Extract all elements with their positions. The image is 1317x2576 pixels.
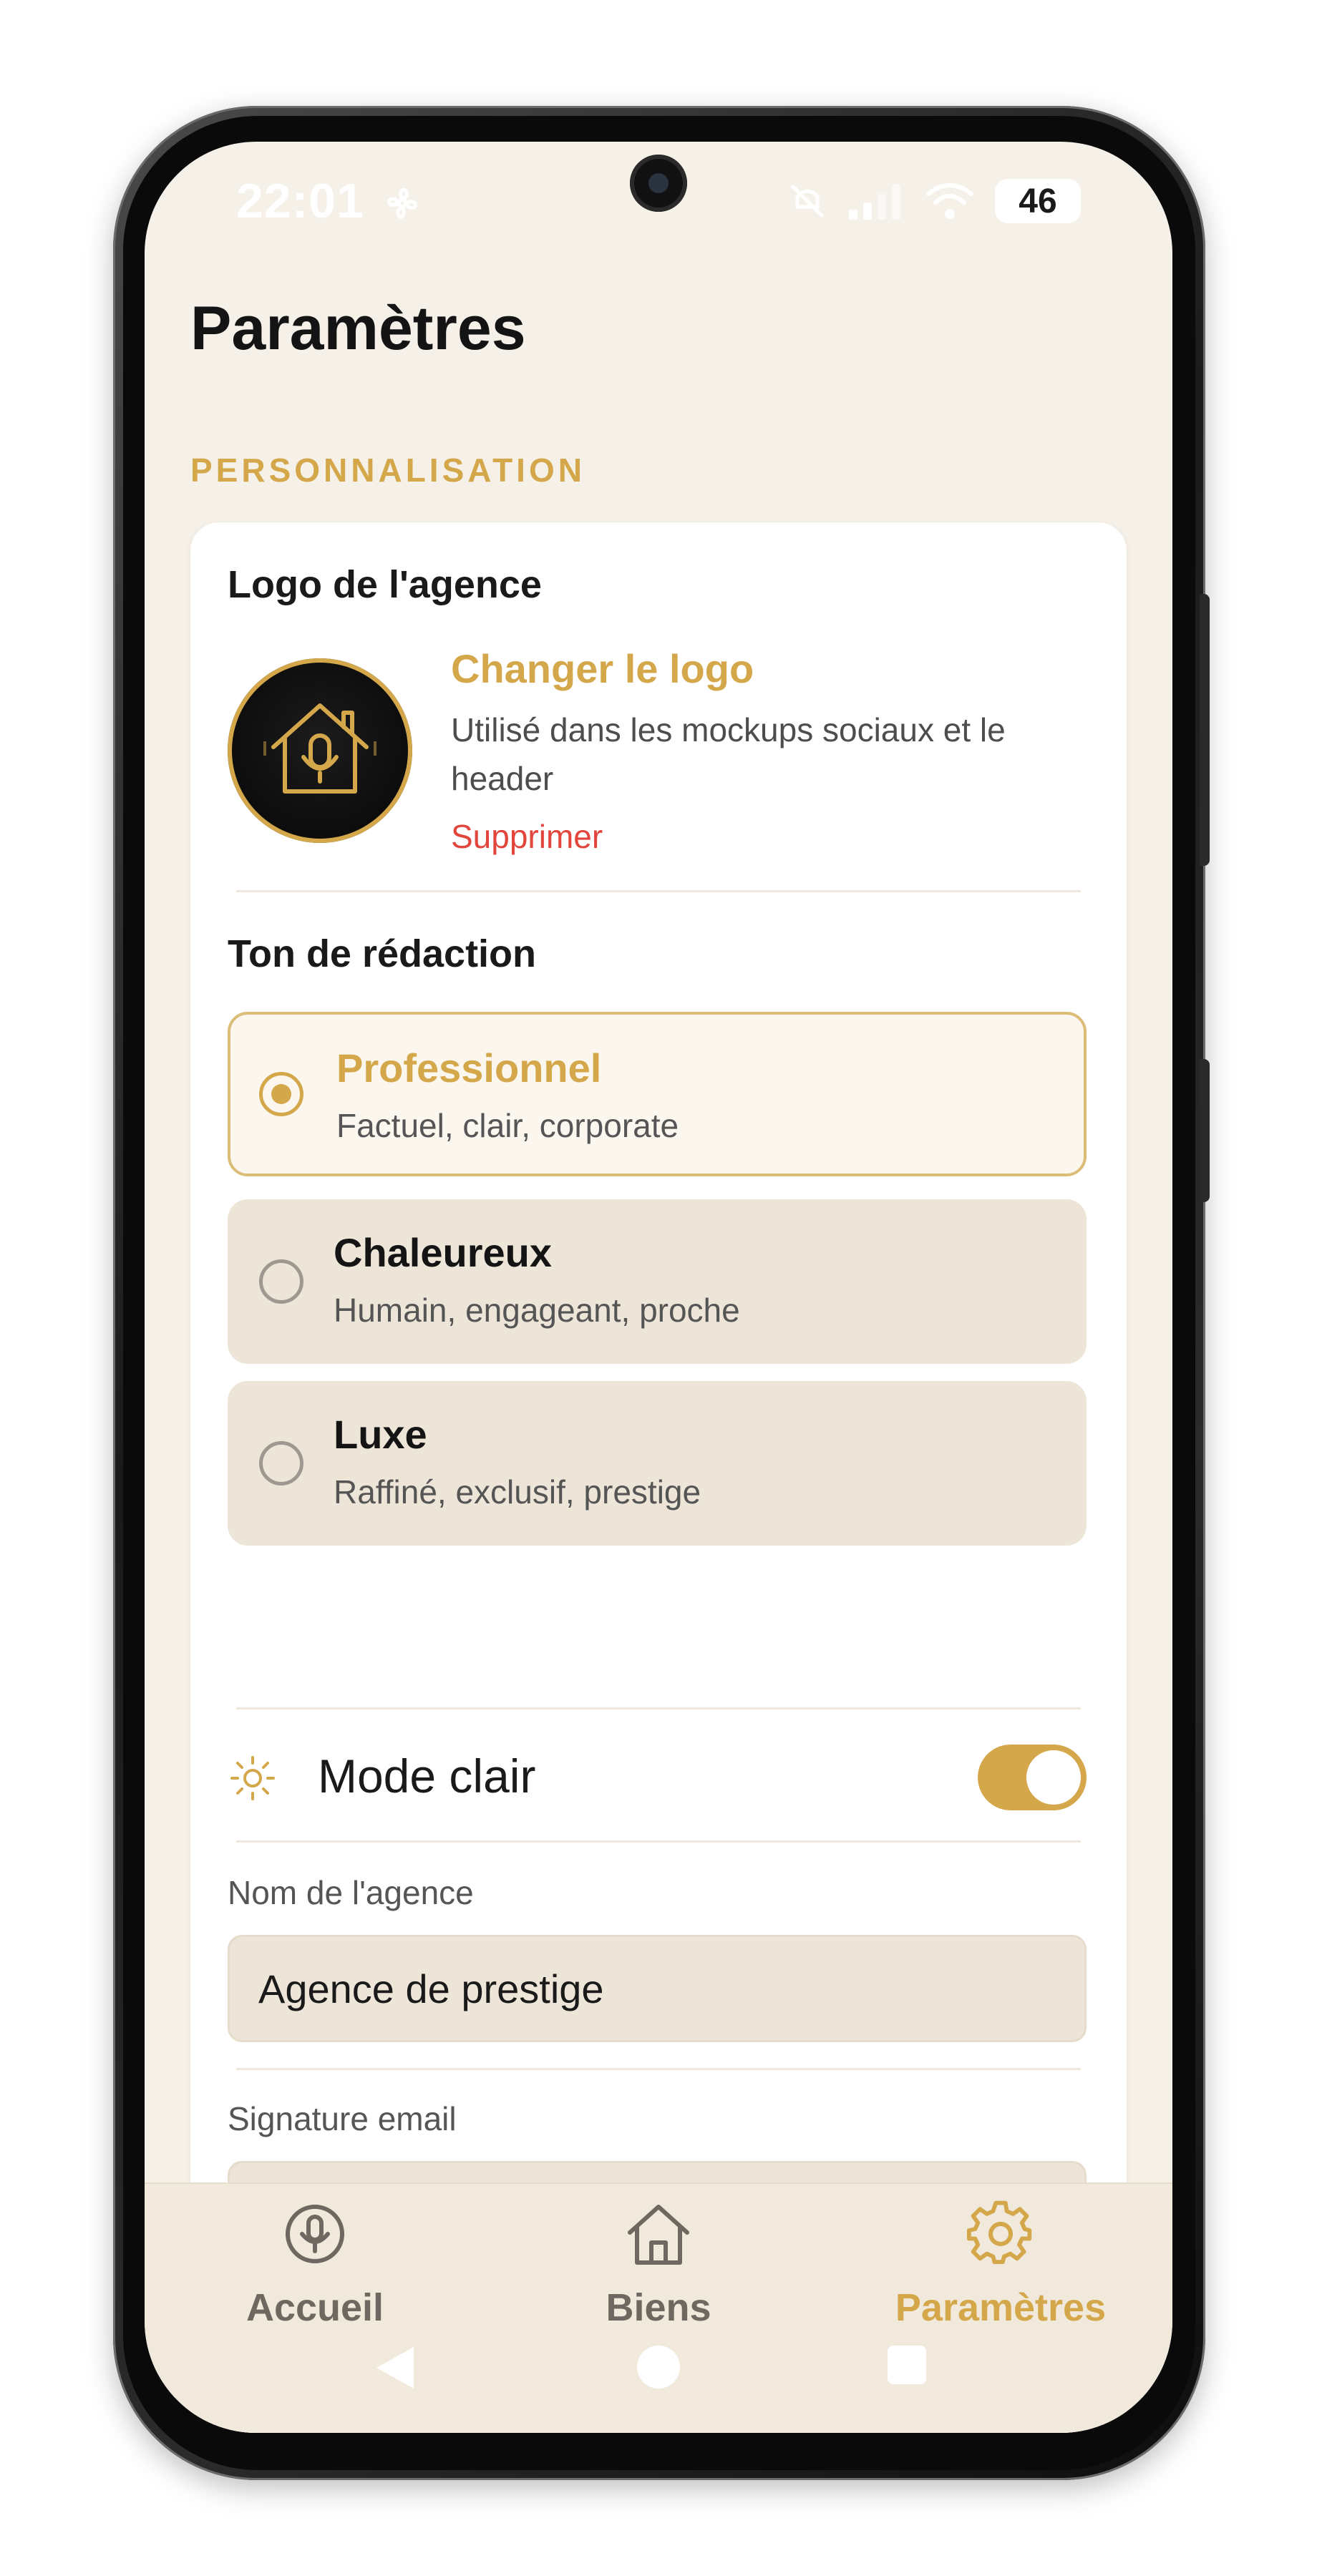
logo-heading: Logo de l'agence <box>228 563 542 606</box>
status-bar: 22:01 46 <box>145 142 1172 270</box>
tone-option-title: Luxe <box>334 1412 427 1457</box>
logo-description: Utilisé dans les mockups sociaux et le h… <box>451 711 1006 797</box>
wifi-icon <box>926 183 973 219</box>
tone-option-professionnel[interactable]: Professionnel Factuel, clair, corporate <box>228 1012 1087 1176</box>
recent-apps-icon[interactable] <box>886 2344 928 2386</box>
agency-logo[interactable] <box>228 658 412 843</box>
system-nav-bar <box>145 2324 1172 2410</box>
status-time: 22:01 <box>236 174 364 228</box>
fan-icon <box>387 187 418 219</box>
back-icon[interactable] <box>374 2344 417 2391</box>
divider <box>236 1840 1081 1843</box>
nav-label: Accueil <box>246 2286 384 2329</box>
settings-card: Logo de l'agence Changer le logo Utilisé… <box>190 522 1127 2433</box>
radio-selected[interactable] <box>259 1072 303 1116</box>
change-logo-button[interactable]: Changer le logo <box>451 645 754 692</box>
tone-option-luxe[interactable]: Luxe Raffiné, exclusif, prestige <box>228 1381 1087 1546</box>
tone-heading: Ton de rédaction <box>228 932 537 975</box>
status-icons: 46 <box>787 176 1081 226</box>
email-signature-label: Signature email <box>228 2100 457 2137</box>
tone-option-subtitle: Raffiné, exclusif, prestige <box>334 1473 701 1511</box>
power-button <box>1200 1059 1210 1202</box>
radio-unselected[interactable] <box>259 1259 303 1304</box>
section-label: PERSONNALISATION <box>190 452 585 489</box>
delete-logo-button[interactable]: Supprimer <box>451 817 603 856</box>
agency-name-label: Nom de l'agence <box>228 1874 474 1911</box>
battery-indicator: 46 <box>995 179 1081 223</box>
house-icon <box>628 2205 689 2265</box>
divider <box>236 2068 1081 2070</box>
tone-option-subtitle: Factuel, clair, corporate <box>336 1107 679 1144</box>
stage: 22:01 46 Paramètres PERSONNALISATION Log… <box>0 0 1317 2576</box>
mute-icon <box>791 185 824 218</box>
signal-icon <box>849 184 900 220</box>
divider <box>236 1707 1081 1709</box>
agency-name-input[interactable] <box>228 1935 1087 2042</box>
nav-label: Paramètres <box>895 2286 1107 2329</box>
mode-clair-toggle[interactable] <box>978 1745 1087 1810</box>
nav-label: Biens <box>606 2286 711 2329</box>
screen: 22:01 46 Paramètres PERSONNALISATION Log… <box>145 142 1172 2433</box>
microphone-icon <box>286 2205 344 2263</box>
divider <box>236 890 1081 892</box>
mode-clair-label: Mode clair <box>318 1750 536 1802</box>
logo-house-mic-icon <box>263 703 376 794</box>
tone-option-subtitle: Humain, engageant, proche <box>334 1292 740 1329</box>
tone-option-chaleureux[interactable]: Chaleureux Humain, engageant, proche <box>228 1199 1087 1364</box>
page-title: Paramètres <box>190 294 526 363</box>
home-icon[interactable] <box>636 2344 681 2390</box>
front-camera <box>630 155 687 212</box>
tone-option-title: Professionnel <box>336 1045 602 1091</box>
tone-option-title: Chaleureux <box>334 1230 552 1275</box>
volume-button <box>1200 594 1210 866</box>
gear-icon <box>966 2200 1032 2265</box>
sun-icon <box>230 1756 275 1800</box>
radio-unselected[interactable] <box>259 1441 303 1485</box>
